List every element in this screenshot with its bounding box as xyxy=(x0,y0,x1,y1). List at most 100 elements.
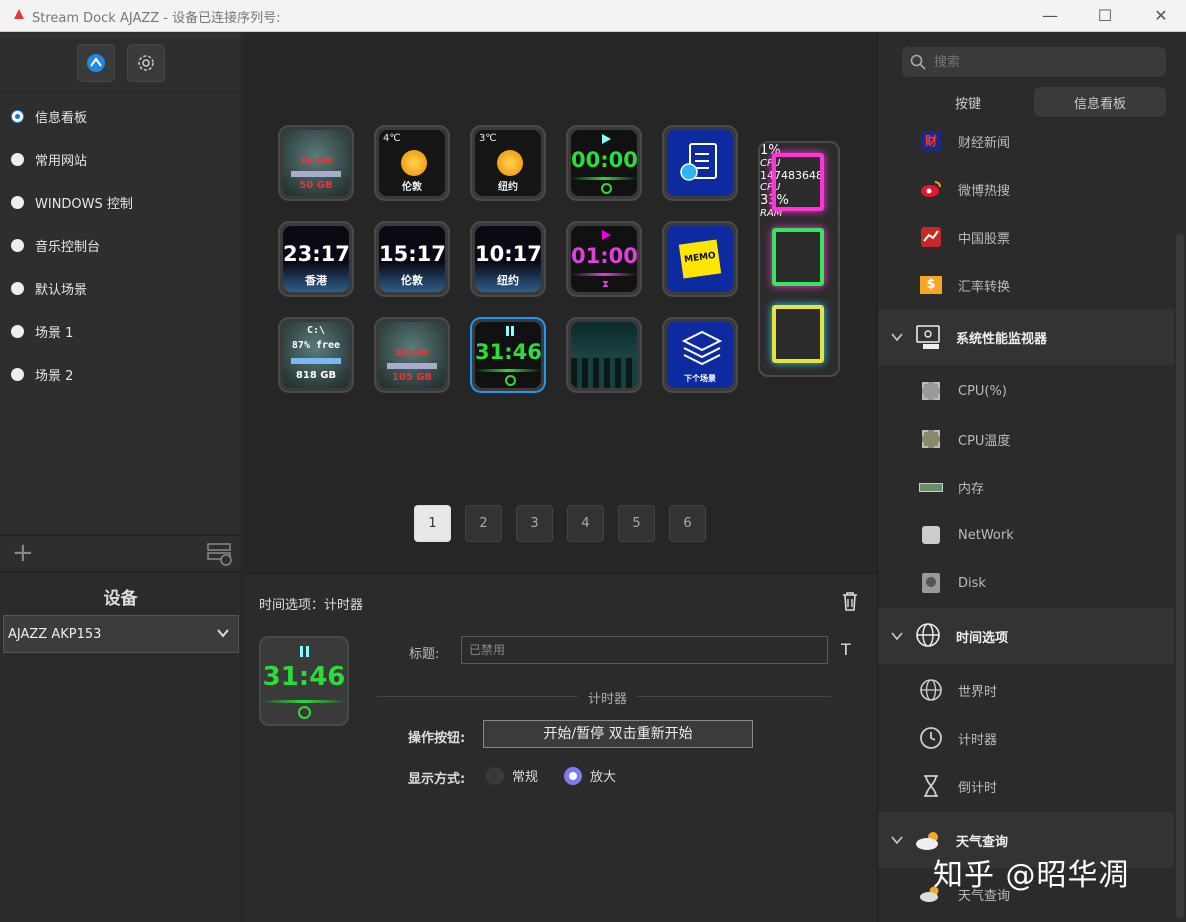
scene-item-websites[interactable]: 常用网站 xyxy=(0,138,241,181)
search-box[interactable] xyxy=(902,47,1166,77)
scene-manage-icon[interactable] xyxy=(207,542,233,566)
scene-item-windows-control[interactable]: WINDOWS 控制 xyxy=(0,181,241,224)
key-disk-c-drive: C:\ xyxy=(306,325,326,336)
key-weather-newyork-temp: 3℃ xyxy=(479,133,497,144)
radio-normal[interactable] xyxy=(486,766,504,785)
page-button-5[interactable]: 5 xyxy=(618,505,655,542)
home-button[interactable] xyxy=(77,44,115,82)
plugin-item-timer[interactable]: 计时器 xyxy=(878,714,1174,762)
stopwatch-icon xyxy=(505,375,516,386)
key-clock-hongkong[interactable]: 23:17 香港 xyxy=(278,221,354,297)
display-option-normal-label: 常规 xyxy=(512,770,539,785)
key-canvas: 36 GB 50 GB 4℃ 伦敦 3℃ 纽约 00:00 23:17 香港 1… xyxy=(243,33,877,573)
minimize-button[interactable]: — xyxy=(1030,4,1070,28)
plugin-label: 汇率转换 xyxy=(958,279,1011,295)
scene-item-dashboard[interactable]: 信息看板 xyxy=(0,95,241,138)
device-select[interactable]: AJAZZ AKP153 xyxy=(3,615,239,653)
plugin-item-world-time[interactable]: 世界时 xyxy=(878,666,1174,714)
page-button-3[interactable]: 3 xyxy=(516,505,553,542)
key-weather-london[interactable]: 4℃ 伦敦 xyxy=(374,125,450,201)
watermark: 知乎 @昭华凋 xyxy=(933,858,1130,893)
scene-radio[interactable] xyxy=(11,196,24,209)
scene-item-default[interactable]: 默认场景 xyxy=(0,267,241,310)
plugin-item-countdown[interactable]: 倒计时 xyxy=(878,762,1174,810)
add-scene-button[interactable]: + xyxy=(12,540,34,566)
page-button-6[interactable]: 6 xyxy=(669,505,706,542)
key-disk-2[interactable]: 80 GB 105 GB xyxy=(374,317,450,393)
plugin-item-fx[interactable]: $ 汇率转换 xyxy=(878,261,1174,309)
scene-radio[interactable] xyxy=(11,239,24,252)
maximize-button[interactable]: ☐ xyxy=(1085,4,1125,28)
play-icon xyxy=(602,230,611,240)
scene-radio[interactable] xyxy=(11,368,24,381)
property-panel: 时间选项：计时器 31:46 标题: 已禁用 T 计时器 操作按钮: 开始/暂停… xyxy=(243,573,877,922)
page-selector: 1 2 3 4 5 6 xyxy=(414,505,706,542)
plugin-label: 内存 xyxy=(958,481,985,497)
title-font-button[interactable]: T xyxy=(841,640,851,659)
plugin-item-cn-stocks[interactable]: 中国股票 xyxy=(878,213,1174,261)
plugin-item-cpu[interactable]: CPU(%) xyxy=(878,367,1174,415)
display-option-normal[interactable]: 常规 xyxy=(486,766,538,785)
key-timer-1[interactable]: 00:00 xyxy=(566,125,642,201)
display-label: 显示方式: xyxy=(408,772,466,787)
scene-label: 默认场景 xyxy=(35,283,88,298)
plugin-item-weibo[interactable]: 微博热搜 xyxy=(878,165,1174,213)
globe-icon xyxy=(914,621,944,651)
key-todo[interactable] xyxy=(662,125,738,201)
page-button-2[interactable]: 2 xyxy=(465,505,502,542)
plugin-group-performance[interactable]: 系统性能监视器 xyxy=(878,309,1174,365)
key-disk-2-bar xyxy=(387,363,437,369)
key-countdown-glow xyxy=(571,273,637,276)
scene-radio[interactable] xyxy=(11,153,24,166)
display-option-zoom-label: 放大 xyxy=(590,770,617,785)
key-disk-c[interactable]: C:\ 87% free 818 GB xyxy=(278,317,354,393)
key-weather-newyork[interactable]: 3℃ 纽约 xyxy=(470,125,546,201)
key-timer-selected[interactable]: 31:46 xyxy=(470,317,546,393)
key-disk-1[interactable]: 36 GB 50 GB xyxy=(278,125,354,201)
title-input[interactable]: 已禁用 xyxy=(461,636,828,664)
plugin-tabs: 按键 信息看板 xyxy=(902,87,1166,117)
key-countdown[interactable]: 01:00 ⧗ xyxy=(566,221,642,297)
scene-item-music[interactable]: 音乐控制台 xyxy=(0,224,241,267)
key-clock-london[interactable]: 15:17 伦敦 xyxy=(374,221,450,297)
page-button-4[interactable]: 4 xyxy=(567,505,604,542)
key-disk-c-bar xyxy=(291,358,341,364)
plugin-item-cpu-temp[interactable]: CPU温度 xyxy=(878,415,1174,463)
close-button[interactable]: ✕ xyxy=(1141,4,1181,28)
plugin-list: 财 财经新闻 微博热搜 中国股票 $ 汇率转换 系统性能监视器 CPU(%) C… xyxy=(878,123,1174,922)
scene-item-1[interactable]: 场景 1 xyxy=(0,310,241,353)
action-button-field[interactable]: 开始/暂停 双击重新开始 xyxy=(483,720,753,748)
radio-zoom[interactable] xyxy=(564,766,582,785)
brand-icon xyxy=(87,54,105,72)
scene-radio[interactable] xyxy=(11,110,24,123)
plugin-label: CPU温度 xyxy=(958,433,1011,449)
key-clock-newyork[interactable]: 10:17 纽约 xyxy=(470,221,546,297)
plugin-item-finance-news[interactable]: 财 财经新闻 xyxy=(878,123,1174,165)
display-option-zoom[interactable]: 放大 xyxy=(564,766,616,785)
search-input[interactable] xyxy=(934,54,1134,70)
page-button-1[interactable]: 1 xyxy=(414,505,451,542)
scene-radio[interactable] xyxy=(11,325,24,338)
key-next-scene[interactable]: 下个场景 xyxy=(662,317,738,393)
key-memo[interactable]: MEMO xyxy=(662,221,738,297)
plugin-item-memory[interactable]: 内存 xyxy=(878,463,1174,511)
tab-dashboard[interactable]: 信息看板 xyxy=(1034,87,1166,117)
key-image-forest[interactable] xyxy=(566,317,642,393)
cpu-frame xyxy=(772,153,824,211)
key-system-monitor[interactable]: 1% CPU 147483648 CPU 33% RAM xyxy=(758,141,840,377)
plugin-group-time[interactable]: 时间选项 xyxy=(878,608,1174,664)
plugin-list-scrollbar[interactable] xyxy=(1176,233,1184,919)
scene-label: 场景 2 xyxy=(35,369,74,384)
settings-button[interactable] xyxy=(127,44,165,82)
tab-keys[interactable]: 按键 xyxy=(902,87,1034,117)
key-timer-1-glow xyxy=(571,177,637,180)
search-icon xyxy=(910,54,926,70)
plugin-item-network[interactable]: NetWork xyxy=(878,511,1174,559)
scene-radio[interactable] xyxy=(11,282,24,295)
cpu-temp-frame xyxy=(772,228,824,286)
delete-button[interactable] xyxy=(841,591,859,611)
plugin-group-label: 天气查询 xyxy=(956,834,1009,850)
plugin-item-disk[interactable]: Disk xyxy=(878,559,1174,607)
clipboard-icon xyxy=(680,143,717,181)
scene-item-2[interactable]: 场景 2 xyxy=(0,353,241,396)
